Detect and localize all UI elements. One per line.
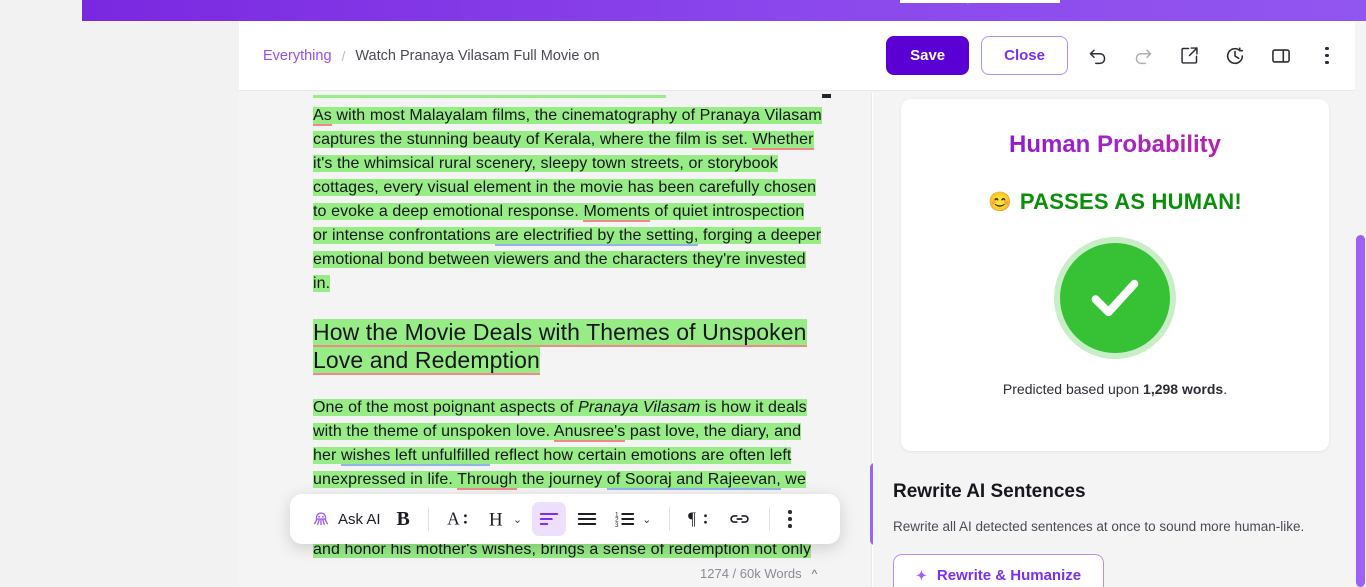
document-scrollbar-thumb[interactable] xyxy=(870,463,873,545)
paragraph-unspoken-love: One of the most poignant aspects of Pran… xyxy=(313,396,823,492)
rewrite-humanize-label: Rewrite & Humanize xyxy=(936,567,1082,584)
para1-seg7: are electrified by the setting, xyxy=(495,227,699,246)
save-button[interactable]: Save xyxy=(886,36,970,75)
para1-seg5: Moments xyxy=(583,203,650,222)
more-vertical-kebab-icon xyxy=(1325,46,1329,65)
verdict-row: 😊 PASSES AS HUMAN! xyxy=(901,189,1329,215)
para2-seg11: we xyxy=(780,471,806,488)
link-icon xyxy=(730,515,749,523)
align-justify-button[interactable] xyxy=(570,502,604,536)
predicted-words-note: Predicted based upon 1,298 words. xyxy=(901,381,1329,397)
paragraph-cinematography: As with most Malayalam films, the cinema… xyxy=(313,104,823,296)
breadcrumb-root-link[interactable]: Everything xyxy=(263,48,332,64)
chevron-up-icon[interactable]: ^ xyxy=(812,567,818,581)
clipped-previous-line xyxy=(313,91,831,98)
para1-seg1: As xyxy=(313,107,332,126)
formatting-toolbar: Ask AI B A H ⌄ 1 2 3 ⌄ ¶ xyxy=(290,494,840,544)
toggle-sidebar-button[interactable] xyxy=(1264,39,1298,73)
editor-header: Everything / Watch Pranaya Vilasam Full … xyxy=(239,21,1366,91)
undo-button[interactable] xyxy=(1080,39,1114,73)
green-check-circle-icon xyxy=(1060,243,1170,353)
para2-seg10: of Sooraj and Rajeevan, xyxy=(606,471,781,490)
banner-glyph-icon: ⚙ xyxy=(962,0,974,5)
section-heading-text: How the Movie Deals with Themes of Unspo… xyxy=(313,319,807,375)
heading-icon: H xyxy=(489,509,503,530)
svg-text:A: A xyxy=(447,509,460,529)
banner-white-bar xyxy=(900,0,1060,3)
para2-seg1: One of the most poignant aspects of xyxy=(313,399,579,416)
app-root: ⚙ Everything / Watch Pranaya Vilasam Ful… xyxy=(0,0,1366,587)
toolbar-more-button[interactable] xyxy=(782,502,798,536)
text-style-icon: A xyxy=(447,509,467,529)
undo-icon xyxy=(1089,49,1105,65)
version-history-clock-icon xyxy=(1226,46,1244,64)
rewrite-ai-sentences-section: Rewrite AI Sentences Rewrite all AI dete… xyxy=(893,481,1333,587)
para2-seg8: Through xyxy=(457,471,518,490)
bullet-list-icon xyxy=(577,512,597,526)
toolbar-divider-1 xyxy=(427,507,429,531)
rewrite-section-description: Rewrite all AI detected sentences at onc… xyxy=(893,519,1305,534)
version-history-button[interactable] xyxy=(1218,39,1252,73)
ask-ai-label: Ask AI xyxy=(338,510,381,528)
para2-seg2-title: Pranaya Vilasam xyxy=(578,399,701,416)
redo-icon xyxy=(1135,49,1151,65)
checkmark-icon xyxy=(1091,279,1139,317)
top-promo-banner: ⚙ xyxy=(82,0,1366,21)
svg-text:¶: ¶ xyxy=(688,509,696,529)
para1-seg2: with most Malayalam films, the cinematog… xyxy=(313,107,822,148)
verdict-label: PASSES AS HUMAN! xyxy=(1019,189,1242,214)
para2-seg4: Anusree's xyxy=(553,423,626,442)
toggle-sidebar-panel-icon xyxy=(1272,48,1290,63)
redo-button[interactable] xyxy=(1126,39,1160,73)
sparkle-icon: ✦ xyxy=(916,567,927,583)
breadcrumb-separator: / xyxy=(341,47,346,64)
para1-seg3: Whether xyxy=(752,131,814,150)
breadcrumb-current-title: Watch Pranaya Vilasam Full Movie on xyxy=(355,47,600,64)
human-probability-title: Human Probability xyxy=(901,131,1329,159)
text-style-button[interactable]: A xyxy=(441,502,477,536)
paragraph-settings-button[interactable]: ¶ xyxy=(682,502,718,536)
page-scrollbar-thumb[interactable] xyxy=(1356,235,1365,587)
para2-seg6: wishes left unfulfilled xyxy=(340,447,491,466)
numbered-list-button[interactable]: 1 2 3 ⌄ xyxy=(608,502,657,536)
toolbar-divider-2 xyxy=(669,507,671,531)
paragraph-icon: ¶ xyxy=(688,509,708,529)
predicted-suffix: . xyxy=(1223,381,1228,397)
octopus-ai-icon xyxy=(313,512,329,526)
human-probability-card: Human Probability 😊 PASSES AS HUMAN! Pre… xyxy=(901,99,1329,451)
left-gutter-top xyxy=(0,0,82,21)
smiley-face-icon: 😊 xyxy=(988,191,1012,213)
numbered-list-icon: 1 2 3 xyxy=(615,511,635,529)
toolbar-divider-3 xyxy=(769,507,771,531)
rewrite-section-title: Rewrite AI Sentences xyxy=(893,481,1086,502)
predicted-prefix: Predicted based upon xyxy=(1002,381,1144,397)
more-vertical-kebab-icon xyxy=(788,510,792,528)
section-heading: How the Movie Deals with Themes of Unspo… xyxy=(313,318,823,375)
ask-ai-button[interactable]: Ask AI xyxy=(304,502,387,536)
rewrite-humanize-button[interactable]: ✦ Rewrite & Humanize xyxy=(893,554,1105,587)
svg-text:3: 3 xyxy=(615,522,619,529)
list-chevron-down-icon: ⌄ xyxy=(642,513,652,526)
analysis-sidebar: Human Probability 😊 PASSES AS HUMAN! Pre… xyxy=(885,91,1366,587)
word-count-bar[interactable]: 1274 / 60k Words ^ xyxy=(700,566,817,581)
insert-link-button[interactable] xyxy=(722,502,757,536)
heading-chevron-down-icon: ⌄ xyxy=(512,513,523,526)
word-count-label: 1274 / 60k Words xyxy=(700,566,802,581)
heading-style-button[interactable]: H ⌄ xyxy=(481,502,528,536)
para2-seg9: the journey xyxy=(517,471,607,488)
close-button[interactable]: Close xyxy=(981,36,1068,75)
left-gutter xyxy=(0,0,239,587)
align-left-icon xyxy=(539,512,559,526)
bold-button[interactable]: B xyxy=(391,502,416,536)
predicted-word-count: 1,298 words xyxy=(1143,381,1224,397)
header-actions: Save Close xyxy=(886,36,1344,75)
share-button[interactable] xyxy=(1172,39,1206,73)
breadcrumb: Everything / Watch Pranaya Vilasam Full … xyxy=(263,48,600,64)
check-wrap xyxy=(901,243,1329,353)
share-external-icon xyxy=(1180,47,1198,64)
svg-text:H: H xyxy=(489,509,503,530)
header-more-button[interactable] xyxy=(1310,39,1344,73)
align-left-button[interactable] xyxy=(532,502,567,536)
